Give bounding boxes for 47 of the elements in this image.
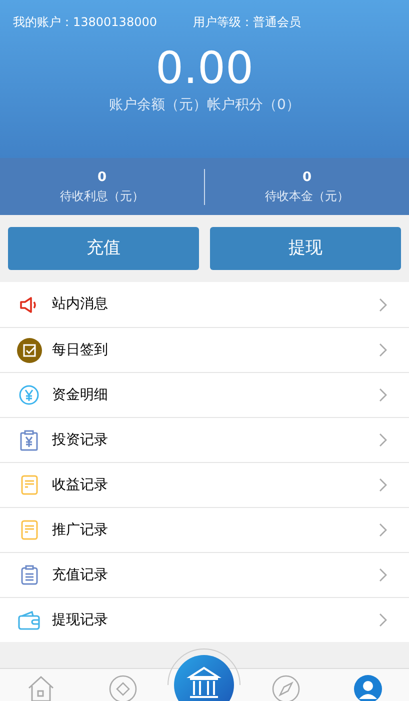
- menu-label: 收益记录: [52, 476, 109, 494]
- menu-label: 推广记录: [52, 520, 109, 540]
- chevron-right-icon: [379, 433, 387, 447]
- wallet-icon: [18, 610, 40, 630]
- checkbox-icon: [16, 338, 42, 362]
- stat-label: 待收利息（元）: [60, 188, 144, 206]
- action-button[interactable]: 提现: [210, 227, 401, 270]
- level-text: 用户等级：普通会员: [192, 14, 301, 31]
- chevron-right-icon: [379, 523, 387, 537]
- menu-item[interactable]: 投资记录: [0, 417, 409, 462]
- menu-item[interactable]: 资金明细: [0, 372, 409, 417]
- clipboard-icon: [20, 430, 38, 450]
- stat-label: 待收本金（元）: [265, 188, 349, 206]
- note-icon: [20, 520, 38, 540]
- stat-value: 0: [97, 168, 107, 187]
- balance-value: 0.00: [156, 43, 254, 95]
- menu-label: 站内消息: [52, 295, 109, 314]
- compass-icon[interactable]: [272, 675, 300, 701]
- menu-item[interactable]: 提现记录: [0, 597, 409, 642]
- chevron-right-icon: [379, 478, 387, 492]
- chevron-right-icon: [379, 343, 387, 357]
- account-text: 我的账户：13800138000: [13, 14, 157, 31]
- chevron-right-icon: [379, 388, 387, 402]
- action-button[interactable]: 充值: [8, 227, 199, 270]
- chevron-right-icon: [379, 613, 387, 627]
- clipboard-icon: [20, 565, 38, 585]
- chevron-right-icon: [379, 298, 387, 312]
- menu-item[interactable]: 充值记录: [0, 552, 409, 597]
- note-icon: [20, 475, 38, 495]
- diamond-icon[interactable]: [108, 675, 137, 701]
- menu-item[interactable]: 收益记录: [0, 462, 409, 507]
- user-icon[interactable]: [354, 675, 382, 701]
- stat-value: 0: [302, 168, 312, 187]
- menu-label: 投资记录: [52, 430, 109, 450]
- menu-label: 每日签到: [52, 340, 109, 360]
- menu-label: 充值记录: [52, 566, 109, 584]
- menu-item[interactable]: 每日签到: [0, 327, 409, 372]
- menu-label: 提现记录: [52, 610, 109, 630]
- balance-caption: 账户余额（元）帐户积分（0）: [109, 96, 300, 115]
- chevron-right-icon: [379, 568, 387, 582]
- menu-item[interactable]: 站内消息: [0, 282, 409, 327]
- bank-button[interactable]: [166, 647, 242, 701]
- speaker-icon: [19, 294, 39, 314]
- home-icon[interactable]: [26, 675, 55, 701]
- menu-label: 资金明细: [52, 386, 109, 404]
- yen-icon: [19, 385, 39, 405]
- menu-item[interactable]: 推广记录: [0, 507, 409, 552]
